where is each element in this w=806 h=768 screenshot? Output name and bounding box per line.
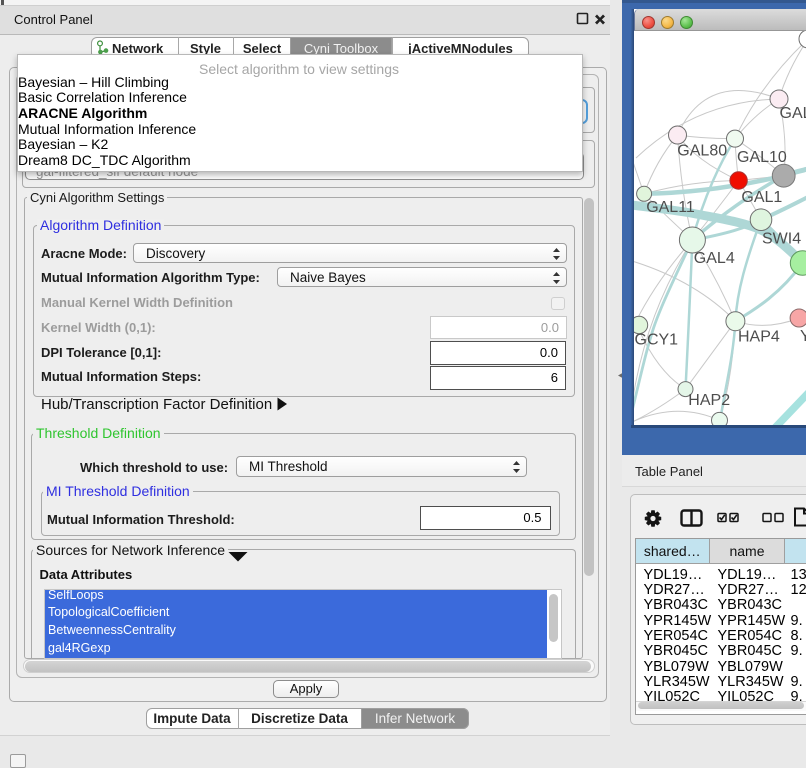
svg-text:GAL10: GAL10 xyxy=(737,149,787,166)
svg-text:GAL11: GAL11 xyxy=(646,199,695,216)
svg-text:GAL7: GAL7 xyxy=(780,105,806,122)
svg-text:HAP4: HAP4 xyxy=(738,329,780,346)
svg-text:SWI4: SWI4 xyxy=(762,231,801,248)
svg-text:GAL1: GAL1 xyxy=(741,189,782,206)
svg-text:GCY1: GCY1 xyxy=(635,332,679,349)
svg-text:HAP2: HAP2 xyxy=(688,392,730,409)
svg-text:GAL80: GAL80 xyxy=(677,143,727,160)
svg-text:GAL4: GAL4 xyxy=(694,250,735,267)
svg-text:YDR: YDR xyxy=(800,328,806,345)
